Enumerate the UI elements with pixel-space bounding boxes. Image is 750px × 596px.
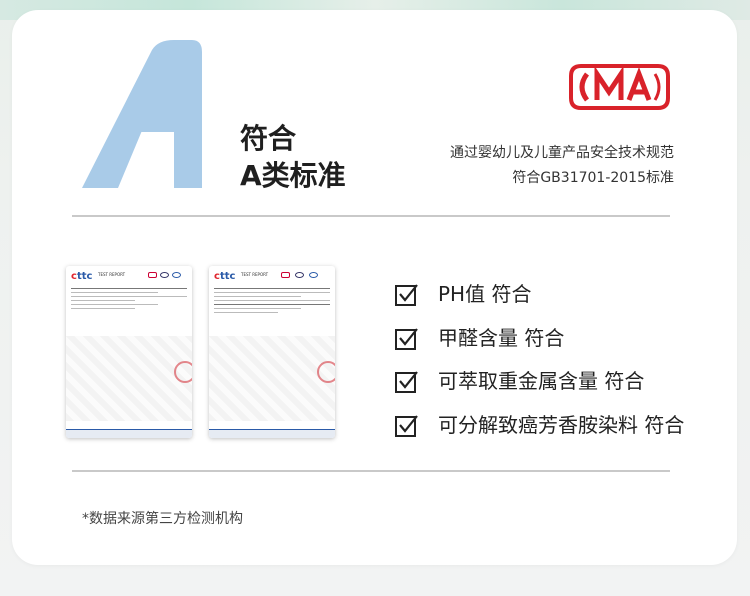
standard-heading: 符合 A类标准: [240, 120, 346, 194]
check-item-label: 可萃取重金属含量 符合: [438, 369, 645, 393]
report-badge-icon: [160, 272, 169, 278]
report-text-lines: [214, 288, 330, 316]
certification-line1: 通过婴幼儿及儿童产品安全技术规范: [450, 145, 674, 161]
check-item-label: 甲醛含量 符合: [438, 326, 565, 350]
test-report-image-1: cttc TEST REPORT: [66, 266, 192, 438]
heading-line2: A类标准: [240, 159, 346, 192]
divider-top: [72, 215, 670, 217]
test-report-image-2: cttc TEST REPORT: [209, 266, 335, 438]
cma-logo-icon: [569, 64, 670, 110]
report-badge-icon: [148, 272, 157, 278]
checkbox-check-icon: [395, 415, 418, 437]
report-subtitle: TEST REPORT: [98, 272, 126, 277]
divider-bottom: [72, 470, 670, 472]
report-watermark: [209, 336, 335, 421]
report-badge-icon: [295, 272, 304, 278]
checkbox-check-icon: [395, 371, 418, 393]
report-logo: cttc: [71, 271, 93, 282]
heading-line1: 符合: [240, 122, 297, 155]
report-footer: [66, 429, 192, 438]
checkbox-check-icon: [395, 284, 418, 306]
report-subtitle: TEST REPORT: [241, 272, 269, 277]
report-logo: cttc: [214, 271, 236, 282]
checkbox-check-icon: [395, 328, 418, 350]
report-footer: [209, 429, 335, 438]
certification-line2: 符合GB31701-2015标准: [512, 170, 674, 186]
report-stamp-icon: [317, 361, 335, 383]
report-stamp-icon: [174, 361, 192, 383]
data-source-footnote: *数据来源第三方检测机构: [82, 511, 243, 527]
standards-card: 符合 A类标准 通过婴幼儿及儿童产品安全技术规范 符合GB31701-2015标…: [12, 10, 737, 565]
report-watermark: [66, 336, 192, 421]
check-item-label: PH值 符合: [438, 282, 532, 306]
letter-a-graphic: [82, 40, 202, 188]
report-badge-icon: [309, 272, 318, 278]
report-text-lines: [71, 288, 187, 312]
report-badge-icon: [172, 272, 181, 278]
report-badge-icon: [281, 272, 290, 278]
certification-text: 通过婴幼儿及儿童产品安全技术规范 符合GB31701-2015标准: [450, 141, 674, 191]
check-item-label: 可分解致癌芳香胺染料 符合: [438, 413, 685, 437]
